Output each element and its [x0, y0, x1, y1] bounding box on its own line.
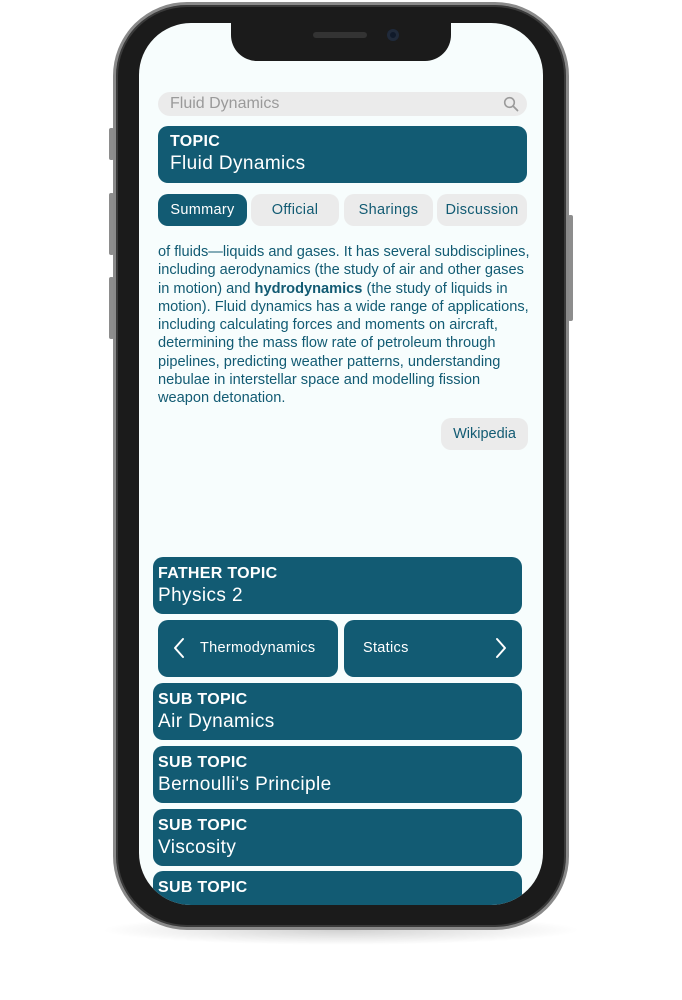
tab-sharings[interactable]: Sharings — [344, 194, 433, 226]
phone-screen: Fluid Dynamics TOPIC Fluid Dynamics Summ… — [139, 23, 543, 905]
front-camera — [387, 29, 399, 41]
summary-bold-term: hydrodynamics — [254, 280, 363, 297]
notch — [231, 23, 451, 61]
search-bar[interactable]: Fluid Dynamics — [158, 92, 527, 116]
sub-topic-label: SUB TOPIC — [158, 691, 248, 708]
father-topic-label: FATHER TOPIC — [158, 565, 278, 582]
sub-topic-label: SUB TOPIC — [158, 879, 248, 896]
prev-sibling-button[interactable]: Thermodynamics — [158, 620, 338, 677]
tab-summary[interactable]: Summary — [158, 194, 247, 226]
chevron-left-icon — [174, 638, 184, 658]
topic-title: Fluid Dynamics — [170, 153, 306, 174]
tab-official[interactable]: Official — [251, 194, 339, 226]
speaker-grille — [313, 32, 367, 38]
sub-topic-title: Viscosity — [158, 837, 237, 858]
sub-topic-title: Air Dynamics — [158, 711, 275, 732]
sub-topic-card[interactable]: SUB TOPIC Viscosity — [153, 809, 522, 866]
sub-topic-card[interactable]: SUB TOPIC — [153, 871, 522, 905]
sub-topic-label: SUB TOPIC — [158, 817, 248, 834]
chevron-right-icon — [496, 638, 506, 658]
next-sibling-button[interactable]: Statics — [344, 620, 522, 677]
father-topic-title: Physics 2 — [158, 585, 243, 606]
prev-sibling-label: Thermodynamics — [200, 640, 316, 656]
search-icon[interactable] — [503, 96, 519, 112]
summary-text: of fluids—liquids and gases. It has seve… — [158, 243, 530, 408]
topic-label: TOPIC — [170, 133, 221, 150]
father-topic-card[interactable]: FATHER TOPIC Physics 2 — [153, 557, 522, 614]
sub-topic-title: Bernoulli's Principle — [158, 774, 332, 795]
tab-discussion[interactable]: Discussion — [437, 194, 527, 226]
search-input[interactable]: Fluid Dynamics — [170, 95, 279, 113]
topic-card: TOPIC Fluid Dynamics — [158, 126, 527, 183]
next-sibling-label: Statics — [363, 640, 409, 656]
sub-topic-label: SUB TOPIC — [158, 754, 248, 771]
summary-text-end: (the study of liquids in motion). Fluid … — [158, 280, 529, 407]
sub-topic-card[interactable]: SUB TOPIC Air Dynamics — [153, 683, 522, 740]
sub-topic-card[interactable]: SUB TOPIC Bernoulli's Principle — [153, 746, 522, 803]
wikipedia-button[interactable]: Wikipedia — [441, 418, 528, 450]
